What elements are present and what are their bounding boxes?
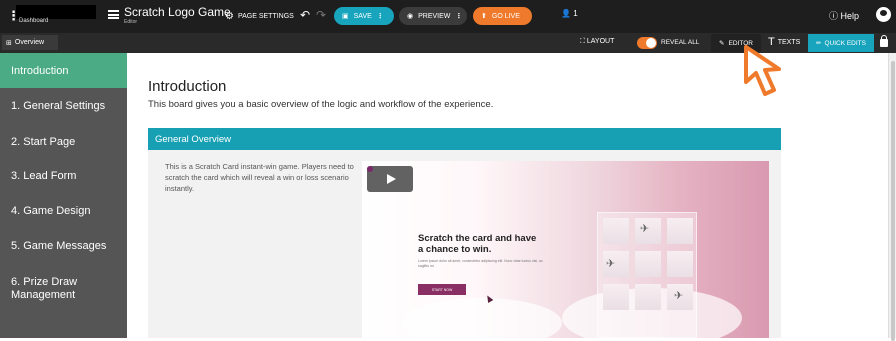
game-title: Scratch Logo Game: [124, 5, 231, 19]
scratch-card-grid: ✈ ✈ ✈: [597, 212, 697, 338]
preview-subtext: Lorem ipsum dolor sit amet, consectetur …: [418, 259, 543, 268]
preview-options-icon[interactable]: ⋮: [455, 12, 462, 20]
pointer-arrow-annotation: [744, 45, 781, 96]
page-title: Introduction: [148, 78, 227, 95]
question-icon: ⓘ: [829, 11, 839, 21]
overview-label: Overview: [14, 39, 45, 46]
gear-icon: ⚙: [225, 11, 234, 22]
save-icon: ▣: [342, 13, 349, 20]
expand-icon: ⛶: [580, 38, 585, 45]
preview-button[interactable]: ◉ PREVIEW ⋮: [399, 7, 467, 25]
save-button[interactable]: ▣ SAVE ⋮: [334, 7, 394, 25]
sidebar-item-game-messages[interactable]: 5. Game Messages: [0, 240, 127, 252]
sidebar-item-start-page[interactable]: 2. Start Page: [0, 136, 127, 148]
sidebar-item-introduction[interactable]: Introduction: [0, 53, 127, 88]
page-settings-button[interactable]: ⚙ PAGE SETTINGS: [225, 11, 294, 22]
redacted-logo: [16, 5, 96, 19]
go-live-button[interactable]: ⬆ GO LIVE: [473, 7, 532, 25]
sidebar-item-prize-draw[interactable]: 6. Prize Draw Management: [0, 276, 127, 302]
section-header[interactable]: General Overview: [148, 128, 781, 150]
undo-icon[interactable]: ↶: [300, 8, 310, 22]
overview-button[interactable]: ⊞ Overview: [2, 35, 58, 50]
mode-label: Editor: [124, 19, 138, 25]
page-description: This board gives you a basic overview of…: [148, 99, 494, 110]
profile-avatar-icon[interactable]: [876, 7, 891, 22]
users-count: 1: [573, 9, 578, 18]
eye-icon: ◉: [407, 13, 414, 20]
page-settings-label: PAGE SETTINGS: [237, 13, 294, 20]
upload-arrow-icon: ⬆: [481, 13, 487, 20]
reveal-all-label: REVEAL ALL: [661, 39, 700, 46]
layout-label: LAYOUT: [586, 38, 615, 45]
help-link[interactable]: ⓘ Help: [829, 9, 859, 22]
preview-start-button: START NOW: [418, 284, 466, 295]
plane-icon: ✈: [640, 223, 650, 235]
play-icon[interactable]: [367, 166, 413, 192]
preview-label: PREVIEW: [418, 12, 451, 20]
help-label: Help: [840, 11, 860, 21]
tree-icon: ⊞: [6, 39, 12, 47]
plane-icon: ✈: [606, 258, 616, 270]
game-preview-video[interactable]: Scratch the card and have a chance to wi…: [362, 161, 769, 338]
dashboard-link[interactable]: Dashboard: [19, 18, 48, 24]
go-live-label: GO LIVE: [491, 12, 520, 20]
sidebar-item-lead-form[interactable]: 3. Lead Form: [0, 170, 127, 182]
redo-icon[interactable]: ↷: [316, 8, 326, 22]
sidebar: Introduction 1. General Settings 2. Star…: [0, 53, 127, 338]
sidebar-item-game-design[interactable]: 4. Game Design: [0, 205, 127, 217]
sidebar-item-general-settings[interactable]: 1. General Settings: [0, 100, 127, 112]
channel-avatar: [367, 166, 373, 172]
pencil-icon: ✏: [816, 40, 822, 47]
quick-edits-button[interactable]: ✏ QUICK EDITS: [808, 34, 874, 52]
save-options-icon[interactable]: ⋮: [377, 12, 384, 20]
top-bar: ⋮ Dashboard Scratch Logo Game Editor ⚙ P…: [0, 0, 896, 33]
plane-icon: ✈: [674, 290, 684, 302]
vertical-scrollbar[interactable]: [888, 53, 896, 341]
lock-icon[interactable]: [880, 35, 888, 47]
hamburger-menu-icon[interactable]: [108, 10, 119, 19]
users-indicator[interactable]: 👤 1: [561, 9, 578, 18]
reveal-all-toggle[interactable]: [637, 37, 657, 49]
edit-icon: ✎: [719, 40, 725, 47]
preview-headline: Scratch the card and have a chance to wi…: [418, 233, 537, 255]
quick-edits-label: QUICK EDITS: [824, 39, 866, 47]
users-icon: 👤: [561, 9, 571, 18]
section-body: This is a Scratch Card instant-win game.…: [148, 150, 781, 338]
section-text: This is a Scratch Card instant-win game.…: [165, 162, 354, 193]
layout-button[interactable]: ⛶ LAYOUT: [580, 38, 614, 46]
save-label: SAVE: [353, 12, 372, 20]
